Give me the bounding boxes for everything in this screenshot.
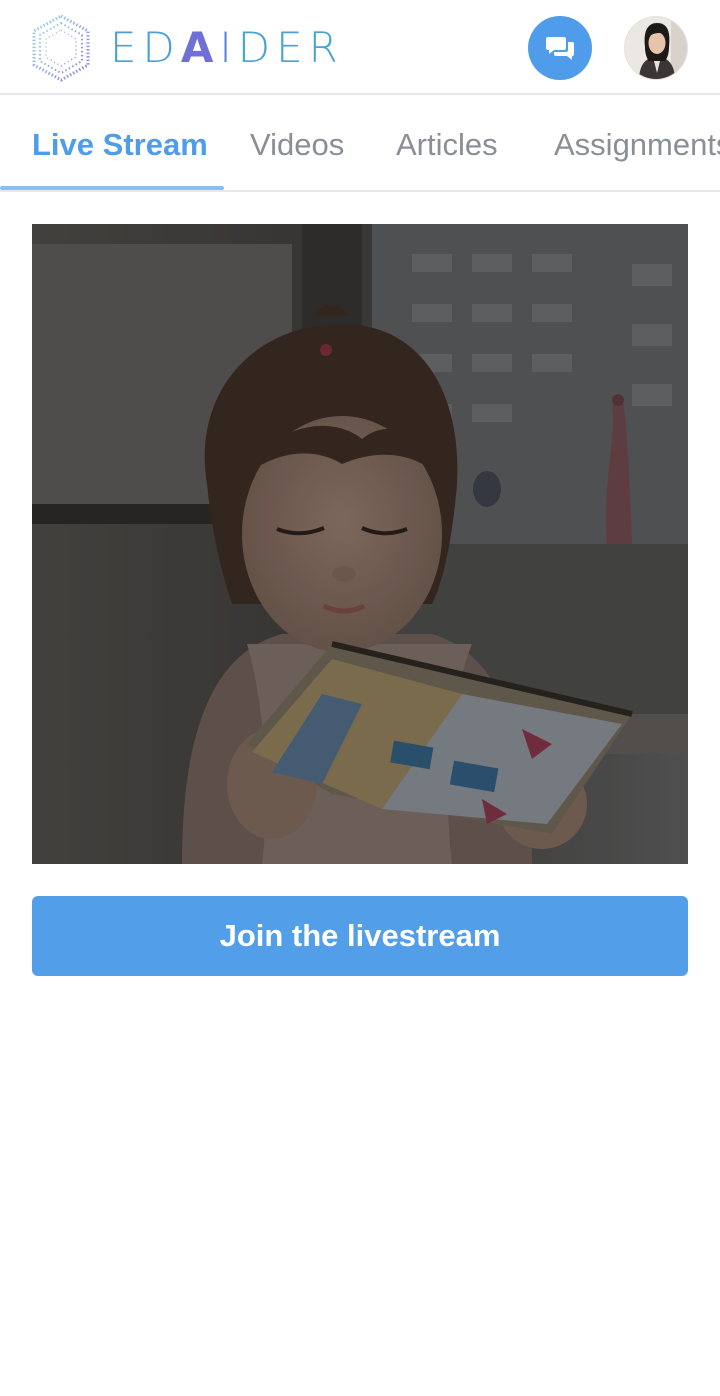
edaider-logo[interactable]: EDAIDER — [30, 14, 350, 82]
tab-articles[interactable]: Articles — [396, 97, 498, 190]
active-tab-indicator — [0, 186, 224, 190]
avatar-photo — [625, 17, 687, 79]
tab-live-stream[interactable]: Live Stream — [32, 97, 208, 190]
tab-assignments[interactable]: Assignments — [554, 97, 720, 190]
girl-reading-book-photo — [32, 224, 688, 864]
tab-videos[interactable]: Videos — [250, 97, 344, 190]
brand-name: EDAIDER — [110, 23, 344, 72]
app-header: EDAIDER — [0, 0, 720, 95]
chat-button[interactable] — [528, 16, 592, 80]
user-avatar[interactable] — [624, 16, 688, 80]
join-livestream-button[interactable]: Join the livestream — [32, 896, 688, 976]
chat-bubbles-icon — [546, 37, 574, 60]
livestream-preview-image — [32, 224, 688, 864]
content-tabs: Live Stream Videos Articles Assignments — [0, 97, 720, 192]
hexagon-logo-icon — [32, 14, 90, 82]
